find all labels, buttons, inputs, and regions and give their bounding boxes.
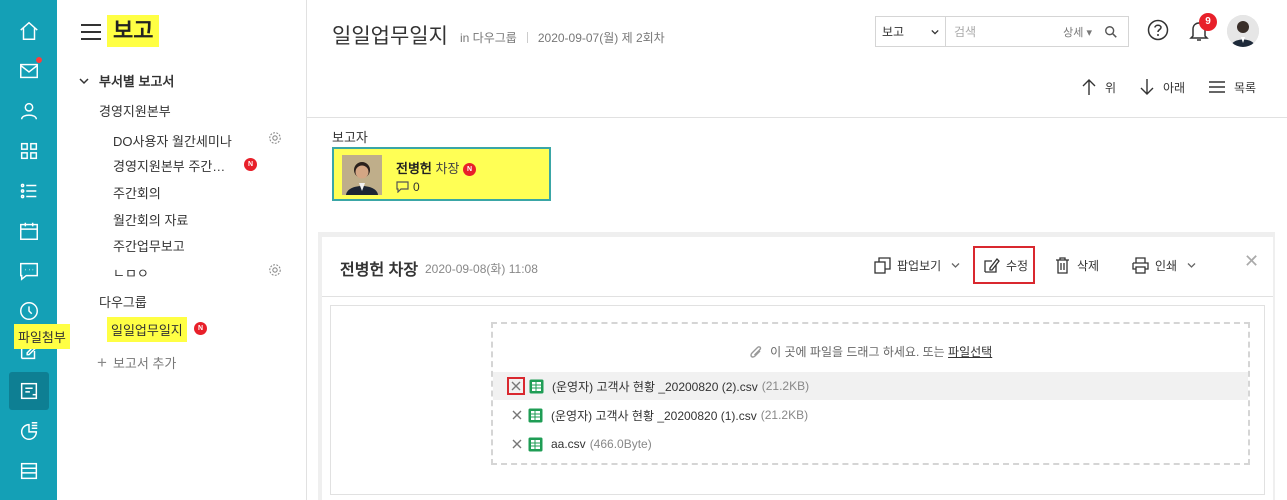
close-icon — [511, 381, 521, 391]
tree-item[interactable]: 주간업무보고 — [113, 236, 185, 255]
file-size: (21.2KB) — [760, 408, 809, 422]
calendar-icon[interactable] — [9, 212, 49, 250]
mail-icon[interactable] — [9, 52, 49, 90]
tree-group-1[interactable]: 경영지원본부 — [99, 101, 171, 120]
new-badge: N — [244, 158, 257, 171]
popup-icon — [874, 257, 891, 274]
pencil-icon — [984, 258, 1000, 273]
remove-file-button[interactable] — [510, 437, 524, 451]
spreadsheet-icon — [528, 408, 543, 422]
edit-button[interactable]: 수정 — [983, 257, 1028, 274]
reporter-photo — [342, 155, 382, 195]
list-lines-icon — [1209, 81, 1225, 93]
help-icon[interactable] — [1147, 19, 1169, 41]
file-row: (운영자) 고객사 현황 _20200820 (2).csv (21.2KB) — [493, 372, 1248, 400]
nav-down-button[interactable]: 아래 — [1139, 78, 1185, 96]
file-name[interactable]: (운영자) 고객사 현황 _20200820 (2).csv — [552, 378, 758, 395]
tree-item[interactable]: 경영지원본부 주간… — [113, 156, 225, 175]
delete-button[interactable]: 삭제 — [1054, 257, 1099, 274]
file-row: (운영자) 고객사 현황 _20200820 (1).csv (21.2KB) — [493, 401, 1248, 429]
reporter-card[interactable]: 전병헌 차장 N 0 — [332, 147, 551, 201]
sidebar: 보고 부서별 보고서 경영지원본부 DO사용자 월간세미나 경영지원본부 주간…… — [57, 0, 307, 500]
avatar[interactable] — [1227, 15, 1259, 47]
caret-down-icon — [931, 29, 939, 35]
gear-icon[interactable] — [268, 131, 282, 145]
print-button[interactable]: 인쇄 — [1132, 257, 1196, 274]
chat-icon[interactable] — [9, 252, 49, 290]
comment-icon — [396, 181, 409, 193]
spreadsheet-icon — [528, 437, 543, 451]
drop-message: 이 곳에 파일을 드래그 하세요. 또는 파일선택 — [493, 343, 1248, 360]
file-row: aa.csv (466.0Byte) — [493, 430, 1248, 458]
remove-file-button[interactable] — [510, 408, 524, 422]
tree-item[interactable]: 주간회의 — [113, 183, 161, 202]
tree-section-header[interactable]: 부서별 보고서 — [79, 71, 174, 90]
advanced-search-toggle[interactable]: 상세 ▾ — [1063, 24, 1092, 40]
report-icon[interactable] — [9, 372, 49, 410]
close-icon — [512, 439, 522, 449]
search-icon[interactable] — [1104, 25, 1118, 39]
file-name[interactable]: aa.csv — [551, 437, 586, 451]
stack-icon[interactable] — [9, 452, 49, 490]
paperclip-icon — [750, 346, 761, 359]
arrow-up-icon — [1082, 79, 1096, 95]
app-rail — [0, 0, 57, 500]
file-name[interactable]: (운영자) 고객사 현황 _20200820 (1).csv — [551, 407, 757, 424]
new-badge: N — [194, 322, 207, 335]
chevron-down-icon[interactable] — [951, 261, 960, 270]
post-author: 전병헌 차장 — [340, 262, 419, 279]
gear-icon[interactable] — [268, 263, 282, 277]
title-subinfo: in 다우그룹 2020-09-07(월) 제 2회차 — [460, 31, 665, 45]
nav-up-button[interactable]: 위 — [1081, 78, 1116, 96]
hamburger-icon[interactable] — [81, 24, 101, 40]
user-icon[interactable] — [9, 92, 49, 130]
popup-view-button[interactable]: 팝업보기 — [874, 257, 960, 274]
reporter-label: 보고자 — [332, 130, 368, 145]
chart-icon[interactable] — [9, 412, 49, 450]
file-size: (21.2KB) — [761, 379, 810, 393]
file-select-link[interactable]: 파일선택 — [948, 345, 992, 359]
trash-icon — [1056, 257, 1069, 274]
search-bar: 보고 검색 상세 ▾ — [875, 16, 1129, 47]
reporter-comments: 0 — [396, 180, 420, 194]
spreadsheet-icon — [529, 379, 544, 393]
tree-item-active[interactable]: 일일업무일지 — [107, 317, 187, 342]
remove-file-button[interactable] — [507, 377, 525, 395]
plus-icon: + — [97, 352, 107, 372]
search-scope-select[interactable]: 보고 — [876, 17, 946, 46]
attach-label: 파일첨부 — [14, 324, 70, 349]
tree-item[interactable]: 월간회의 자료 — [113, 210, 188, 229]
panel-divider — [322, 296, 1273, 297]
chevron-down-icon — [79, 77, 89, 84]
tree-group-2[interactable]: 다우그룹 — [99, 292, 147, 311]
search-input[interactable]: 검색 — [946, 23, 1063, 40]
post-date: 2020-09-08(화) 11:08 — [425, 262, 538, 276]
page-header: 일일업무일지 in 다우그룹 2020-09-07(월) 제 2회차 보고 검색 … — [307, 0, 1287, 118]
printer-icon — [1132, 257, 1149, 274]
close-icon[interactable]: ✕ — [1244, 251, 1259, 272]
home-icon[interactable] — [9, 12, 49, 50]
file-dropzone[interactable]: 이 곳에 파일을 드래그 하세요. 또는 파일선택 (운영자) 고객사 현황 _… — [491, 322, 1250, 465]
mail-badge — [36, 57, 42, 63]
page-title: 일일업무일지 — [332, 25, 448, 48]
chevron-down-icon[interactable] — [1187, 261, 1196, 270]
new-badge: N — [463, 163, 477, 177]
notification-count: 9 — [1199, 13, 1217, 31]
nav-list-button[interactable]: 목록 — [1208, 78, 1256, 96]
close-icon — [512, 410, 522, 420]
reporter-name: 전병헌 차장 N — [396, 158, 477, 177]
add-report-button[interactable]: + 보고서 추가 — [97, 353, 176, 372]
arrow-down-icon — [1140, 79, 1154, 95]
grid-icon[interactable] — [9, 132, 49, 170]
tree-item[interactable]: ㄴㅁㅇ — [113, 263, 149, 282]
sidebar-title: 보고 — [107, 15, 160, 47]
list-icon[interactable] — [9, 172, 49, 210]
file-size: (466.0Byte) — [589, 437, 652, 451]
tree-item[interactable]: DO사용자 월간세미나 — [113, 131, 232, 150]
